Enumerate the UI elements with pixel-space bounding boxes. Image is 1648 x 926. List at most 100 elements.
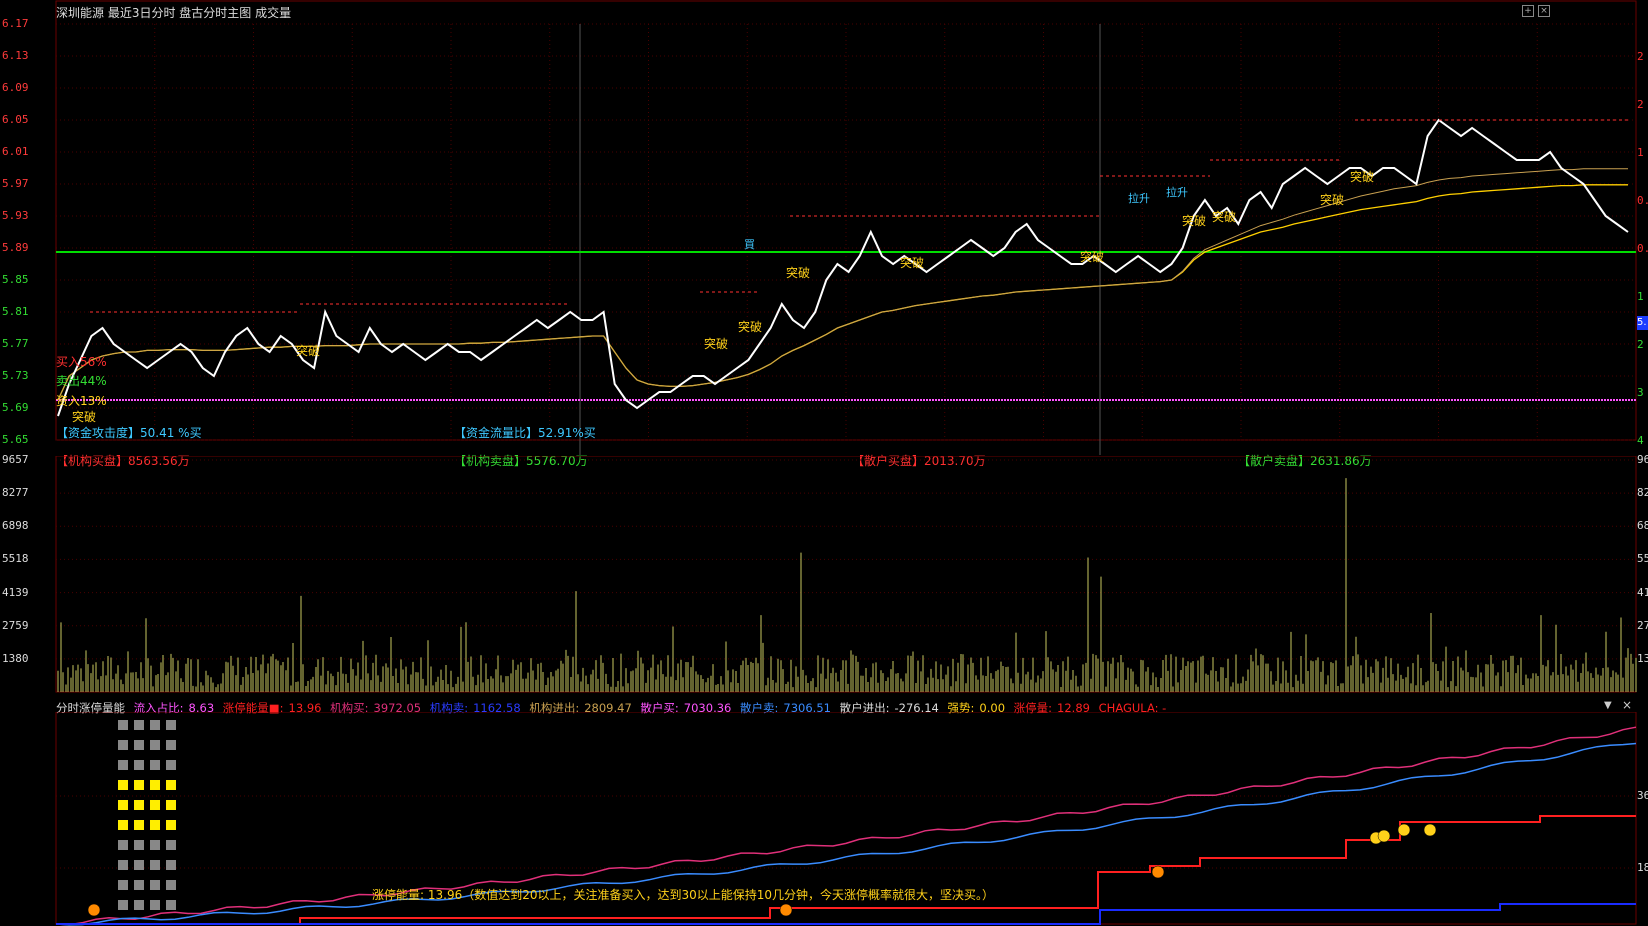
price-right-tick: 4 [1637, 434, 1644, 447]
breakout-label: 突破 [72, 410, 97, 424]
energy-block [134, 840, 144, 850]
price-tick-label: 5.81 [2, 305, 29, 318]
energy-block [118, 840, 128, 850]
energy-block [166, 720, 176, 730]
volume-tick-label: 9657 [2, 453, 29, 466]
breakout-label: 突破 [900, 256, 925, 270]
close-indicator-icon[interactable]: × [1622, 698, 1632, 712]
energy-block [134, 860, 144, 870]
price-right-tick: 3 [1637, 386, 1644, 399]
avg-price-line-2 [57, 168, 1628, 401]
price-tick-label: 6.09 [2, 81, 29, 94]
breakout-label: 突破 [1350, 170, 1375, 184]
volume-right-tick: 55 [1637, 552, 1648, 566]
energy-block [118, 800, 128, 810]
volume-tick-label: 5518 [2, 552, 29, 566]
current-price-badge: 5. [1637, 316, 1648, 330]
price-tick-label: 5.89 [2, 241, 29, 254]
signal-label: 拉升 [1166, 186, 1188, 199]
energy-block [166, 840, 176, 850]
energy-block [134, 880, 144, 890]
energy-block [150, 840, 160, 850]
volume-right-tick: 27 [1637, 618, 1648, 632]
volume-right-tick: 13 [1637, 651, 1648, 665]
energy-block [134, 900, 144, 910]
indicator-right-tick: 18 [1637, 861, 1648, 874]
signal-marker-icon [1423, 823, 1437, 837]
energy-block [150, 720, 160, 730]
price-right-tick: 1 [1637, 290, 1644, 303]
energy-block [134, 720, 144, 730]
volume-tick-label: 6898 [2, 519, 29, 533]
energy-block [134, 780, 144, 790]
price-tick-label: 6.01 [2, 145, 29, 158]
signal-label: 拉升 [1128, 192, 1150, 205]
energy-block [134, 760, 144, 770]
breakout-label: 突破 [704, 337, 729, 351]
volume-chart[interactable] [0, 456, 1648, 696]
breakout-label: 突破 [296, 344, 321, 358]
volume-tick-label: 4139 [2, 585, 29, 599]
energy-block [118, 900, 128, 910]
price-tick-label: 5.69 [2, 401, 29, 414]
energy-block [150, 860, 160, 870]
signal-label: 買 [744, 238, 755, 251]
energy-block [118, 720, 128, 730]
price-tick-label: 6.05 [2, 113, 29, 126]
energy-block [118, 820, 128, 830]
dropdown-icon[interactable]: ▼ [1604, 700, 1612, 711]
volume-tick-label: 8277 [2, 486, 29, 500]
signal-marker-icon [1377, 829, 1391, 843]
energy-block [150, 880, 160, 890]
fund-attack-info: 【资金攻击度】50.41 %买 [56, 426, 202, 440]
energy-block [150, 740, 160, 750]
price-chart[interactable] [0, 0, 1648, 455]
volume-right-tick: 82 [1637, 486, 1648, 500]
indicator-right-tick: 36 [1637, 789, 1648, 802]
energy-block [166, 860, 176, 870]
price-right-tick: 0. [1637, 242, 1648, 255]
fund-flow-info: 【资金流量比】52.91%买 [454, 426, 596, 440]
energy-block [134, 820, 144, 830]
price-right-tick: 2 [1637, 50, 1644, 63]
breakout-label: 突破 [1182, 214, 1207, 228]
volume-right-tick: 96 [1637, 453, 1648, 466]
price-tick-label: 5.77 [2, 337, 29, 350]
price-right-tick: 2 [1637, 98, 1644, 111]
energy-block [150, 820, 160, 830]
breakout-label: 突破 [738, 320, 763, 334]
energy-block [150, 760, 160, 770]
energy-block [150, 900, 160, 910]
volume-tick-label: 1380 [2, 651, 29, 665]
price-tick-label: 5.97 [2, 177, 29, 190]
volume-tick-label: 2759 [2, 618, 29, 632]
avg-price-line [57, 184, 1628, 401]
price-tick-label: 5.73 [2, 369, 29, 382]
signal-marker-icon [1151, 865, 1165, 879]
energy-block [166, 880, 176, 890]
energy-block [166, 820, 176, 830]
energy-block [166, 780, 176, 790]
price-tick-label: 5.93 [2, 209, 29, 222]
price-right-tick: 0. [1637, 194, 1648, 207]
signal-marker-icon [1397, 823, 1411, 837]
energy-block [118, 860, 128, 870]
energy-block [166, 800, 176, 810]
volume-right-tick: 41 [1637, 585, 1648, 599]
price-line [57, 118, 1629, 417]
energy-block [118, 760, 128, 770]
energy-block [150, 800, 160, 810]
price-right-tick: 1 [1637, 146, 1644, 159]
breakout-label: 突破 [786, 266, 811, 280]
price-tick-label: 5.85 [2, 273, 29, 286]
limit-energy-message: 涨停能量: 13.96（数值达到20以上，关注准备买入，达到30以上能保持10几… [372, 888, 995, 902]
breakout-label: 突破 [1212, 210, 1237, 224]
breakout-label: 突破 [1320, 193, 1345, 207]
energy-block [118, 780, 128, 790]
energy-block [134, 740, 144, 750]
volume-right-tick: 68 [1637, 519, 1648, 533]
price-tick-label: 6.17 [2, 17, 29, 30]
sell-pct-label: 卖出44% [56, 374, 107, 388]
energy-block [166, 740, 176, 750]
energy-block [118, 880, 128, 890]
